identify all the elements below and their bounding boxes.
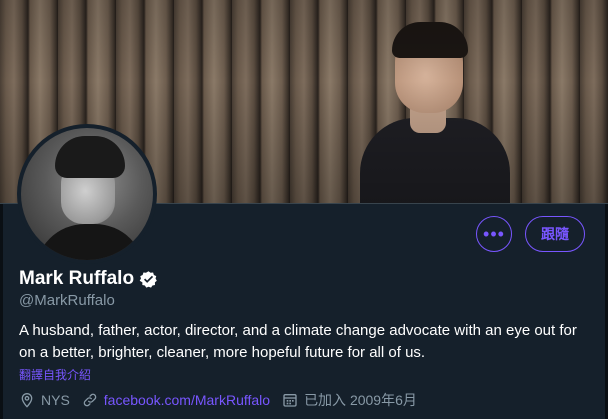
calendar-icon — [283, 394, 297, 407]
link-icon — [83, 393, 97, 407]
website-link[interactable]: facebook.com/MarkRuffalo — [104, 392, 270, 408]
more-button[interactable]: ••• — [476, 216, 512, 252]
location-text: NYS — [41, 392, 70, 408]
location-pin-icon — [21, 393, 33, 408]
website-item[interactable]: facebook.com/MarkRuffalo — [82, 392, 270, 408]
joined-item: 已加入 2009年6月 — [282, 390, 417, 410]
avatar-image — [21, 128, 153, 260]
avatar-hair — [55, 136, 125, 178]
avatar-body — [35, 224, 145, 260]
joined-date: 已加入 2009年6月 — [304, 392, 417, 408]
bio: A husband, father, actor, director, and … — [19, 322, 577, 361]
translate-bio-link[interactable]: 翻譯自我介紹 — [19, 366, 91, 383]
follow-button-label: 跟隨 — [541, 226, 569, 242]
more-icon: ••• — [483, 223, 505, 244]
name-row: Mark Ruffalo — [19, 268, 158, 290]
location-item: NYS — [19, 392, 70, 408]
handle: @MarkRuffalo — [19, 292, 115, 309]
display-name: Mark Ruffalo — [19, 268, 135, 289]
verified-badge-icon — [139, 270, 157, 288]
follow-button[interactable]: 跟隨 — [525, 216, 585, 252]
profile-meta: NYS facebook.com/MarkRuffalo 已加入 2009年6月 — [19, 390, 429, 410]
profile-avatar[interactable] — [17, 124, 157, 264]
